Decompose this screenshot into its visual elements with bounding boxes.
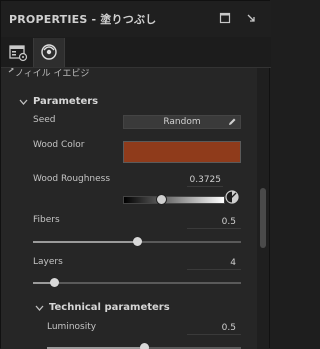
chevron-right-icon[interactable]: [7, 68, 15, 76]
partial-section-label: ノィイル イエビジ: [15, 69, 90, 79]
parameters-section-title[interactable]: Parameters: [33, 96, 98, 107]
texture-set-settings-icon: [9, 45, 28, 62]
tab-bar: [1, 37, 271, 68]
fibers-slider-knob[interactable]: [133, 237, 142, 246]
properties-panel: PROPERTIES - 塗りつぶし ノィイル イエビジ Parameters …: [0, 0, 271, 349]
luminosity-value-underline: [187, 334, 241, 335]
layers-slider-knob[interactable]: [49, 278, 59, 287]
minimize-icon[interactable]: [245, 12, 257, 24]
layers-slider[interactable]: [33, 278, 241, 287]
wood-roughness-slider[interactable]: [123, 194, 225, 205]
fibers-value-underline: [187, 228, 241, 229]
layers-label: Layers: [33, 257, 63, 267]
fill-material-icon: [41, 44, 57, 60]
title-bar: PROPERTIES - 塗りつぶし: [1, 1, 271, 37]
random-seed-button-label: Random: [163, 117, 201, 127]
popout-icon[interactable]: [219, 12, 231, 24]
panel-title: PROPERTIES - 塗りつぶし: [9, 13, 157, 26]
pencil-icon: [227, 117, 237, 131]
wood-color-label: Wood Color: [33, 140, 85, 150]
technical-parameters-section-title[interactable]: Technical parameters: [49, 302, 170, 313]
layers-value[interactable]: 4: [186, 258, 236, 268]
tab-fill-material[interactable]: [33, 38, 65, 67]
wood-roughness-value-underline: [187, 186, 223, 187]
wood-roughness-label: Wood Roughness: [33, 174, 111, 184]
wood-roughness-slider-knob[interactable]: [156, 194, 168, 205]
seed-label: Seed: [33, 115, 56, 125]
fibers-slider[interactable]: [33, 237, 241, 246]
layers-value-underline: [187, 269, 241, 270]
fibers-value[interactable]: 0.5: [186, 217, 236, 227]
random-seed-button[interactable]: Random: [123, 115, 241, 129]
luminosity-slider-knob[interactable]: [140, 343, 149, 349]
vertical-scrollbar[interactable]: [257, 68, 269, 349]
wood-color-swatch[interactable]: [123, 141, 241, 163]
fibers-label: Fibers: [33, 215, 60, 225]
tab-texture-set-settings[interactable]: [3, 38, 33, 67]
luminosity-label: Luminosity: [47, 322, 97, 332]
texture-map-icon[interactable]: [225, 190, 239, 207]
chevron-down-icon[interactable]: [35, 304, 44, 315]
scrollbar-thumb[interactable]: [260, 188, 266, 248]
luminosity-value[interactable]: 0.5: [186, 323, 236, 333]
chevron-down-icon[interactable]: [19, 98, 28, 109]
fibers-slider-fill: [33, 241, 137, 243]
properties-content: ノィイル イエビジ Parameters Seed Random Wood Co…: [1, 68, 257, 349]
wood-roughness-value[interactable]: 0.3725: [171, 175, 222, 185]
